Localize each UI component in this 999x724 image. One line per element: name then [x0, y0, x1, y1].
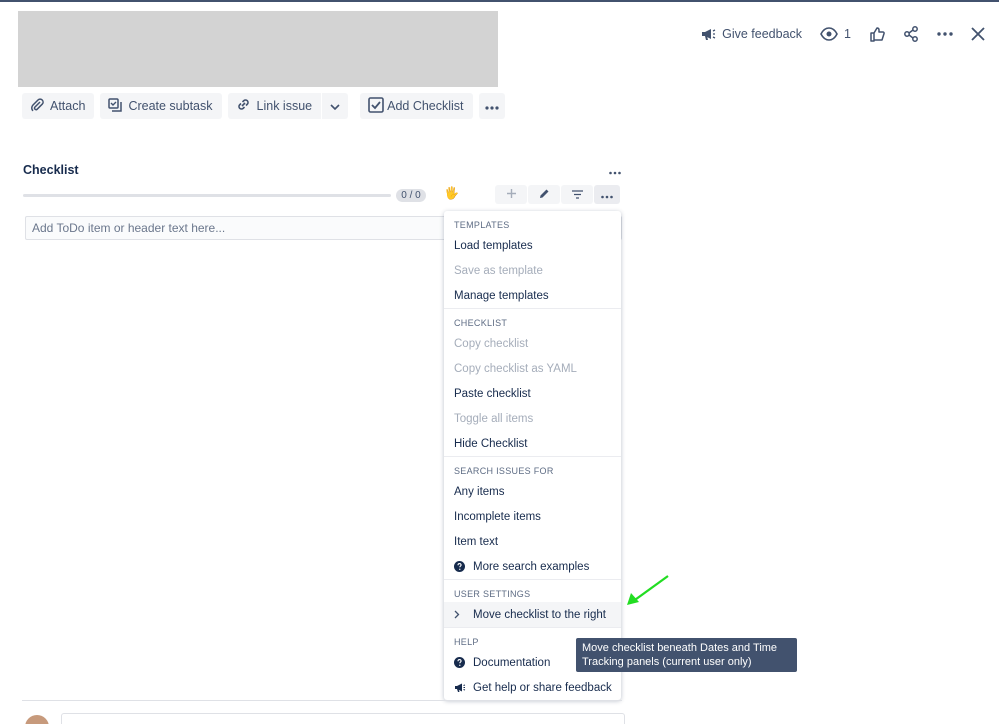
menu-item-label: Documentation [473, 656, 551, 669]
menu-item-copy-checklist[interactable]: Copy checklist [444, 331, 621, 356]
add-checklist-label: Add Checklist [387, 99, 464, 113]
link-issue-label: Link issue [256, 99, 313, 113]
more-icon [937, 32, 953, 36]
menu-item-paste-checklist[interactable]: Paste checklist [444, 381, 621, 406]
menu-item-incomplete-items[interactable]: Incomplete items [444, 504, 621, 529]
menu-header: SEARCH ISSUES FOR [454, 466, 554, 476]
megaphone-icon [454, 682, 473, 693]
menu-item-item-text[interactable]: Item text [444, 529, 621, 554]
add-item-button[interactable] [495, 185, 527, 204]
thumbs-up-icon [869, 26, 885, 42]
avatar [25, 715, 49, 724]
filter-icon [571, 186, 583, 204]
more-actions-button[interactable] [937, 32, 953, 36]
chevron-down-icon [330, 99, 340, 113]
checklist-progress-bar [23, 194, 391, 197]
create-subtask-button[interactable]: Create subtask [100, 93, 222, 119]
issue-top-bar: Give feedback 1 [682, 22, 985, 46]
add-checklist-button[interactable]: Add Checklist [360, 93, 473, 119]
share-button[interactable] [903, 26, 919, 42]
menu-item-move-checklist-right[interactable]: Move checklist to the right [444, 602, 621, 627]
more-icon [601, 186, 613, 204]
attach-button[interactable]: Attach [22, 93, 95, 119]
close-button[interactable] [971, 27, 985, 41]
menu-item-hide-checklist[interactable]: Hide Checklist [444, 431, 621, 456]
checkbox-icon [368, 96, 384, 116]
menu-section-user-settings: USER SETTINGS Move checklist to the righ… [444, 580, 621, 628]
eye-icon [820, 27, 838, 41]
more-icon [484, 99, 499, 113]
menu-item-more-search-examples[interactable]: More search examples [444, 554, 621, 579]
menu-item-load-templates[interactable]: Load templates [444, 233, 621, 258]
give-feedback-label: Give feedback [722, 27, 803, 41]
close-icon [971, 27, 985, 41]
checklist-more-button[interactable] [609, 162, 621, 180]
link-icon [236, 97, 251, 115]
hand-icon[interactable]: 🖐 [444, 186, 459, 200]
menu-section-templates: TEMPLATES Load templates Save as templat… [444, 211, 621, 309]
menu-item-manage-templates[interactable]: Manage templates [444, 283, 621, 308]
link-issue-button[interactable]: Link issue [227, 93, 322, 119]
image-placeholder [18, 11, 498, 87]
watch-count: 1 [844, 27, 851, 41]
checklist-title: Checklist [23, 163, 79, 177]
chevron-right-icon [454, 610, 473, 619]
link-issue-dropdown-button[interactable] [322, 93, 349, 119]
help-icon [454, 657, 473, 668]
checklist-dropdown-menu: TEMPLATES Load templates Save as templat… [444, 211, 621, 700]
top-border [0, 0, 999, 2]
menu-header: TEMPLATES [454, 220, 510, 230]
menu-item-toggle-all-items[interactable]: Toggle all items [444, 406, 621, 431]
give-feedback-button[interactable]: Give feedback [700, 26, 802, 42]
watch-button[interactable]: 1 [820, 27, 851, 41]
menu-item-copy-checklist-yaml[interactable]: Copy checklist as YAML [444, 356, 621, 381]
menu-section-checklist: CHECKLIST Copy checklist Copy checklist … [444, 309, 621, 457]
edit-checklist-button[interactable] [528, 185, 560, 204]
issue-action-toolbar: Attach Create subtask Link issue Add Che… [22, 93, 511, 119]
pencil-icon [539, 186, 550, 204]
megaphone-icon [700, 26, 716, 42]
create-subtask-label: Create subtask [128, 99, 213, 113]
menu-item-save-as-template[interactable]: Save as template [444, 258, 621, 283]
more-icon [609, 162, 621, 179]
menu-item-any-items[interactable]: Any items [444, 479, 621, 504]
menu-header: CHECKLIST [454, 318, 508, 328]
checklist-menu-button[interactable] [594, 185, 620, 204]
annotation-arrow-icon [624, 574, 672, 613]
comment-input[interactable] [61, 713, 625, 724]
toolbar-more-button[interactable] [478, 93, 505, 119]
menu-section-search: SEARCH ISSUES FOR Any items Incomplete i… [444, 457, 621, 580]
filter-button[interactable] [561, 185, 593, 204]
help-icon [454, 561, 473, 572]
section-divider [22, 700, 622, 701]
subtask-icon [108, 97, 123, 115]
like-button[interactable] [869, 26, 885, 42]
menu-item-label: Move checklist to the right [473, 608, 606, 621]
paperclip-icon [30, 97, 44, 115]
share-icon [903, 26, 919, 42]
plus-icon [506, 186, 517, 204]
tooltip: Move checklist beneath Dates and Time Tr… [576, 638, 797, 672]
attach-label: Attach [50, 99, 86, 113]
menu-item-label: More search examples [473, 560, 590, 573]
menu-header: USER SETTINGS [454, 589, 531, 599]
menu-item-get-help[interactable]: Get help or share feedback [444, 675, 621, 700]
checklist-progress-count: 0 / 0 [396, 189, 426, 202]
menu-item-label: Get help or share feedback [473, 681, 612, 694]
